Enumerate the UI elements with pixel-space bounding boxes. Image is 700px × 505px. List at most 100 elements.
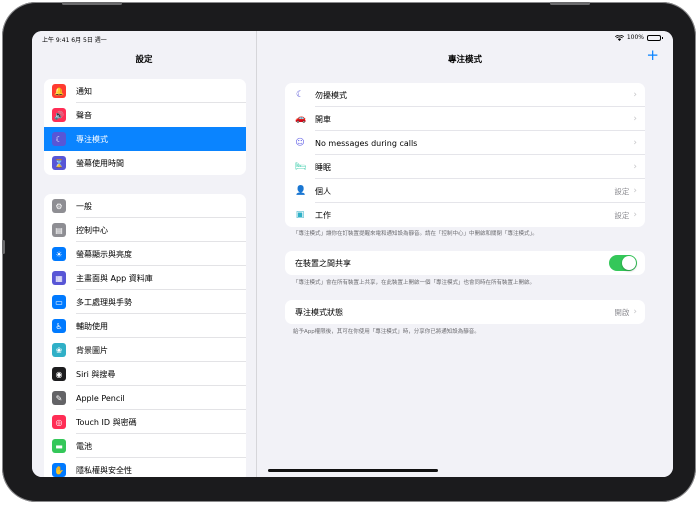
person-icon: 👤 [295, 186, 307, 196]
screen: 上午 9:41 6月 5日 週一 100% 設定 🔔 通知 🔊 聲音 ☾ 專注模式 ⌛ 螢幕使… [32, 31, 673, 477]
top-button [62, 2, 122, 5]
sidebar-item[interactable]: ◉ Siri 與搜尋 [44, 362, 246, 386]
focus-mode-label: No messages during calls [315, 138, 418, 148]
home-screen-icon: ▦ [52, 271, 66, 285]
focus-status-label: 專注模式狀態 [295, 307, 343, 317]
sidebar-item-label: 聲音 [76, 110, 92, 120]
add-focus-button[interactable]: + [646, 48, 659, 63]
sidebar-item[interactable]: ☾ 專注模式 [44, 127, 246, 151]
sidebar-item-label: 電池 [76, 441, 92, 451]
gear-icon: ⚙ [52, 199, 66, 213]
battery-icon: ▬ [52, 439, 66, 453]
focus-mode-row[interactable]: 🛏 睡眠 › [285, 155, 645, 179]
wifi-icon [614, 34, 624, 41]
focus-mode-label: 工作 [315, 210, 331, 220]
sidebar-item[interactable]: ❀ 背景圖片 [44, 338, 246, 362]
multitasking-icon: ▭ [52, 295, 66, 309]
sidebar-item-label: 螢幕使用時間 [76, 158, 124, 168]
car-icon: 🚗 [295, 114, 307, 124]
chevron-right-icon: › [633, 162, 637, 172]
focus-mode-label: 勿擾模式 [315, 90, 347, 100]
sidebar-item[interactable]: ◎ Touch ID 與密碼 [44, 410, 246, 434]
bed-icon: 🛏 [295, 162, 307, 172]
share-across-devices-row: 在裝置之間共享 [285, 251, 645, 275]
sidebar-item-label: 隱私權與安全性 [76, 465, 132, 475]
sidebar-item-label: Siri 與搜尋 [76, 369, 116, 379]
wallpaper-icon: ❀ [52, 343, 66, 357]
fingerprint-icon: ◎ [52, 415, 66, 429]
status-time-date: 上午 9:41 6月 5日 週一 [42, 37, 107, 44]
chevron-right-icon: › [633, 114, 637, 124]
sidebar-item[interactable]: ✋ 隱私權與安全性 [44, 458, 246, 477]
bell-icon: 🔔 [52, 84, 66, 98]
sidebar-item[interactable]: ♿ 輔助使用 [44, 314, 246, 338]
sidebar-item[interactable]: ▤ 控制中心 [44, 218, 246, 242]
sidebar-item-label: 背景圖片 [76, 345, 108, 355]
sidebar-item[interactable]: ⌛ 螢幕使用時間 [44, 151, 246, 175]
volume-button [550, 2, 590, 5]
focus-mode-row[interactable]: 👤 個人 設定 › [285, 179, 645, 203]
focus-modes-list: ☾ 勿擾模式 › 🚗 開車 › ☺ No messages during calls › 🛏 睡眠 ›… [285, 83, 645, 227]
smiley-icon: ☺ [295, 138, 305, 148]
page-title: 專注模式 [447, 55, 482, 65]
hourglass-icon: ⌛ [52, 156, 66, 170]
focus-mode-value: 設定 [614, 186, 630, 196]
moon-icon: ☾ [52, 132, 66, 146]
sidebar-item-label: 主畫面與 App 資料庫 [76, 273, 153, 283]
chevron-right-icon: › [633, 186, 637, 196]
focus-status-value: 開啟 [614, 307, 630, 317]
ipad-bezel: 上午 9:41 6月 5日 週一 100% 設定 🔔 通知 🔊 聲音 ☾ 專注模式 ⌛ 螢幕使… [2, 2, 696, 502]
brightness-icon: ☀ [52, 247, 66, 261]
sidebar-item[interactable]: 🔊 聲音 [44, 103, 246, 127]
sidebar-item[interactable]: ▦ 主畫面與 App 資料庫 [44, 266, 246, 290]
sidebar-item-label: 一般 [76, 201, 92, 211]
focus-mode-label: 睡眠 [315, 162, 331, 172]
sidebar-item[interactable]: ☀ 螢幕顯示與亮度 [44, 242, 246, 266]
chevron-right-icon: › [633, 307, 637, 317]
focus-mode-row[interactable]: 🚗 開車 › [285, 107, 645, 131]
focus-mode-label: 個人 [315, 186, 331, 196]
id-badge-icon: ▣ [295, 210, 305, 220]
sidebar-item[interactable]: ▭ 多工處理與手勢 [44, 290, 246, 314]
siri-icon: ◉ [52, 367, 66, 381]
chevron-right-icon: › [633, 138, 637, 148]
sidebar-item-label: 通知 [76, 86, 92, 96]
sidebar-group-1: 🔔 通知 🔊 聲音 ☾ 專注模式 ⌛ 螢幕使用時間 [44, 79, 246, 175]
battery-icon [647, 34, 663, 41]
sidebar-group-2: ⚙ 一般 ▤ 控制中心 ☀ 螢幕顯示與亮度 ▦ 主畫面與 App 資料庫 ▭ 多工處理與手勢 ♿ 輔助… [44, 194, 246, 477]
focus-mode-row[interactable]: ▣ 工作 設定 › [285, 203, 645, 227]
share-across-devices-card: 在裝置之間共享 [285, 251, 645, 275]
share-footnote: 「專注模式」會在所有裝置上共享，在此裝置上開啟一個「專注模式」也會同時在所有裝置… [293, 280, 536, 286]
chevron-right-icon: › [633, 90, 637, 100]
status-bar: 上午 9:41 6月 5日 週一 100% [32, 31, 673, 47]
sidebar-item[interactable]: ▬ 電池 [44, 434, 246, 458]
share-across-devices-toggle[interactable] [609, 255, 637, 271]
battery-percent: 100% [626, 34, 644, 41]
sidebar-item-label: 螢幕顯示與亮度 [76, 249, 132, 259]
sidebar-item-label: Touch ID 與密碼 [76, 417, 137, 427]
side-connector [2, 240, 5, 254]
control-center-icon: ▤ [52, 223, 66, 237]
speaker-icon: 🔊 [52, 108, 66, 122]
pencil-icon: ✎ [52, 391, 66, 405]
focus-mode-label: 開車 [315, 114, 331, 124]
sidebar-item[interactable]: 🔔 通知 [44, 79, 246, 103]
sidebar-item-label: 輔助使用 [76, 321, 108, 331]
focus-mode-value: 設定 [614, 210, 630, 220]
settings-sidebar: 設定 🔔 通知 🔊 聲音 ☾ 專注模式 ⌛ 螢幕使用時間 ⚙ 一般 ▤ 控制中心 ☀ 螢幕顯示與亮度 ▦ 主… [32, 31, 257, 477]
focus-modes-footnote: 「專注模式」讓你在訂裝置提醒來電和通知設為靜音。請在「控制中心」中開啟和關閉「專… [293, 231, 538, 237]
sidebar-item[interactable]: ✎ Apple Pencil [44, 386, 246, 410]
focus-status-row[interactable]: 專注模式狀態 開啟 › [285, 300, 645, 324]
status-right: 100% [614, 34, 663, 41]
focus-mode-row[interactable]: ☺ No messages during calls › [285, 131, 645, 155]
focus-status-card: 專注模式狀態 開啟 › [285, 300, 645, 324]
focus-mode-row[interactable]: ☾ 勿擾模式 › [285, 83, 645, 107]
moon-icon: ☾ [295, 90, 305, 100]
sidebar-item[interactable]: ⚙ 一般 [44, 194, 246, 218]
home-indicator[interactable] [268, 469, 438, 472]
focus-detail-pane: 專注模式 + ☾ 勿擾模式 › 🚗 開車 › ☺ No messages during cal… [257, 31, 673, 477]
sidebar-item-label: Apple Pencil [76, 393, 125, 403]
sidebar-item-label: 控制中心 [76, 225, 108, 235]
accessibility-icon: ♿ [52, 319, 66, 333]
sidebar-title: 設定 [135, 55, 153, 65]
